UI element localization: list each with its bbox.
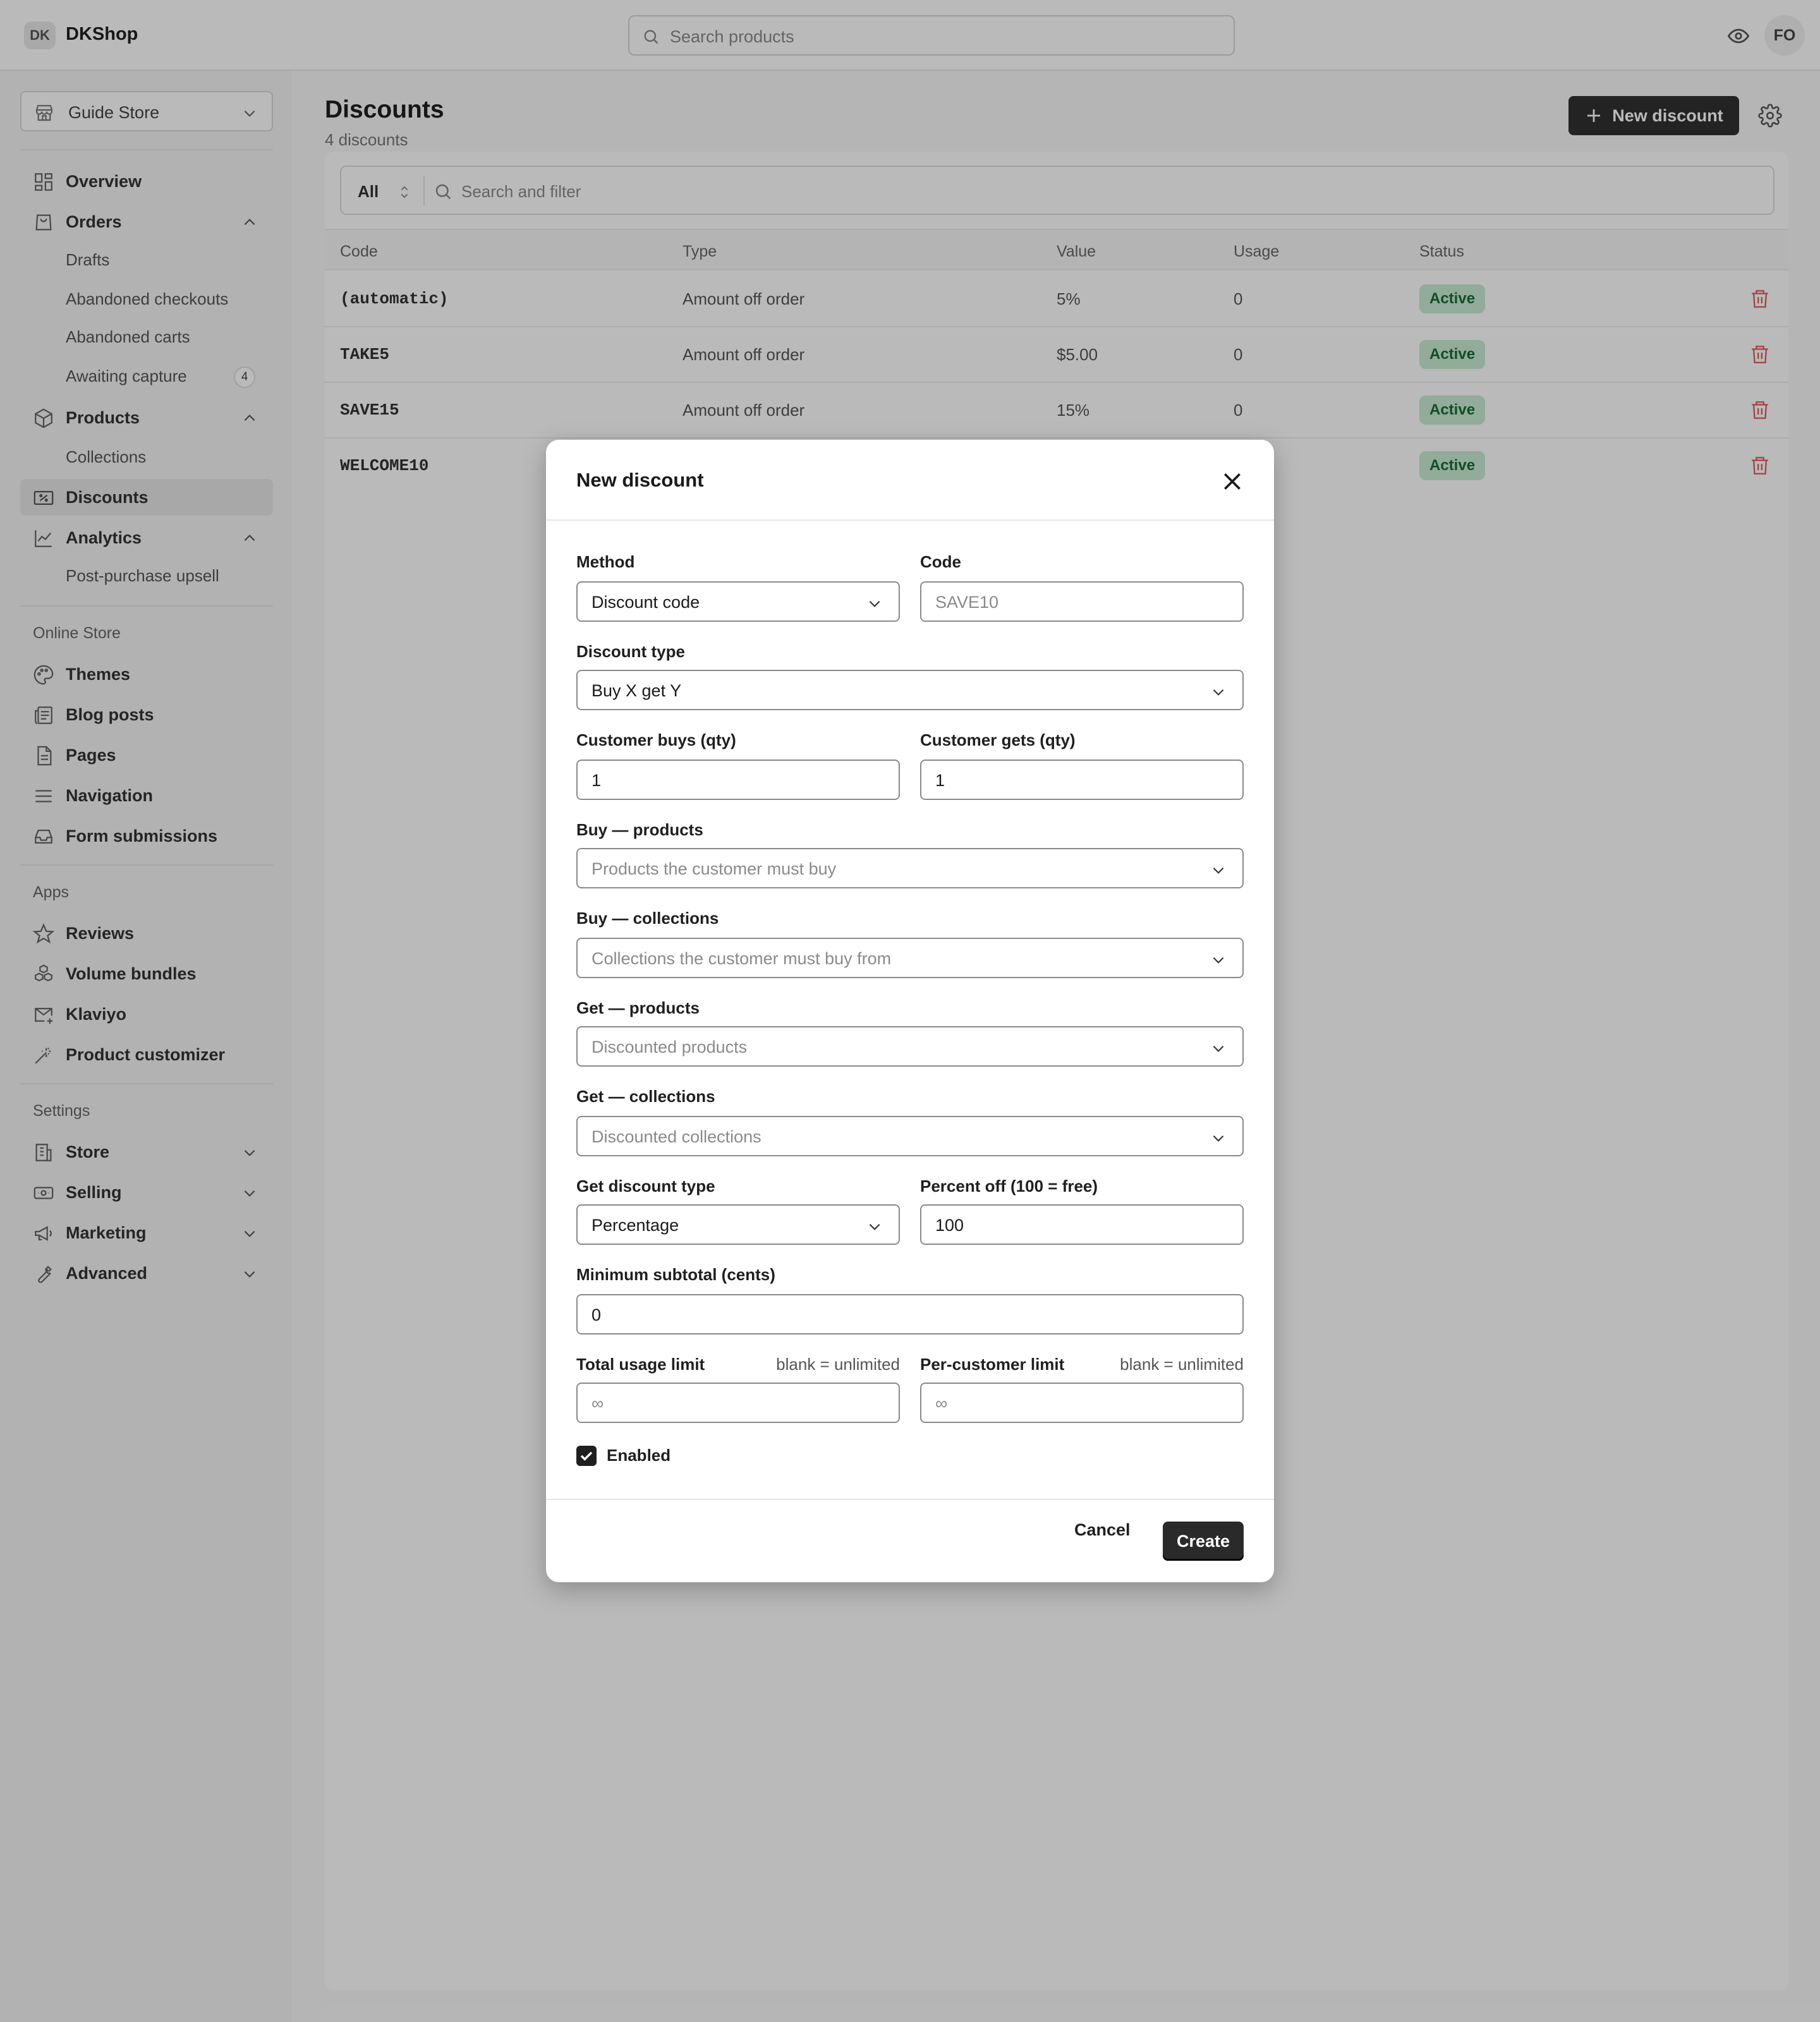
min-subtotal-value: 0 [592,1305,602,1324]
customer-gets-input[interactable]: 1 [920,760,1244,800]
percent-off-label: Percent off (100 = free) [920,1177,1098,1196]
code-placeholder: SAVE10 [935,593,999,612]
get-discount-type-value: Percentage [592,1216,679,1235]
per-customer-limit-label: Per-customer limit [920,1355,1065,1374]
chevron-down-icon [1213,689,1224,696]
percent-off-value: 100 [935,1216,964,1235]
code-label: Code [920,552,961,571]
get-discount-type-label: Get discount type [576,1177,715,1196]
min-subtotal-label: Minimum subtotal (cents) [576,1265,775,1284]
get-products-placeholder: Discounted products [592,1038,748,1056]
modal-title: New discount [576,469,704,491]
customer-gets-label: Customer gets (qty) [920,730,1076,749]
buy-products-label: Buy — products [576,820,703,839]
get-products-select[interactable]: Discounted products [576,1026,1244,1067]
total-usage-limit-label: Total usage limit [576,1355,705,1374]
method-select[interactable]: Discount code [576,581,900,622]
chevron-down-icon [1213,1135,1224,1142]
per-customer-limit-placeholder: ∞ [935,1394,948,1413]
close-icon[interactable] [1220,469,1245,494]
discount-type-label: Discount type [576,642,685,661]
customer-buys-input[interactable]: 1 [576,760,900,800]
method-value: Discount code [592,593,700,612]
total-usage-limit-placeholder: ∞ [592,1394,604,1413]
percent-off-input[interactable]: 100 [920,1204,1244,1245]
buy-collections-placeholder: Collections the customer must buy from [592,949,892,968]
buy-products-select[interactable]: Products the customer must buy [576,848,1244,888]
chevron-down-icon [869,600,880,607]
chevron-down-icon [869,1223,880,1230]
total-usage-limit-input[interactable]: ∞ [576,1383,900,1423]
chevron-down-icon [1213,957,1224,964]
discount-type-select[interactable]: Buy X get Y [576,670,1244,710]
modal-divider [546,1499,1274,1500]
chevron-down-icon [1213,867,1224,874]
get-discount-type-select[interactable]: Percentage [576,1204,900,1245]
method-label: Method [576,552,635,571]
create-button[interactable]: Create [1163,1522,1244,1561]
get-collections-select[interactable]: Discounted collections [576,1116,1244,1156]
customer-buys-value: 1 [592,771,602,790]
buy-collections-select[interactable]: Collections the customer must buy from [576,938,1244,978]
total-usage-limit-hint: blank = unlimited [776,1355,900,1374]
new-discount-modal: New discount Method Discount code Code S… [546,440,1274,1582]
cancel-button[interactable]: Cancel [1074,1520,1131,1540]
get-collections-label: Get — collections [576,1087,715,1106]
enabled-label[interactable]: Enabled [607,1446,670,1465]
discount-type-value: Buy X get Y [592,681,682,700]
customer-gets-value: 1 [935,771,945,790]
enabled-checkbox[interactable] [576,1446,597,1466]
per-customer-limit-input[interactable]: ∞ [920,1383,1244,1423]
buy-products-placeholder: Products the customer must buy [592,859,837,878]
get-collections-placeholder: Discounted collections [592,1127,761,1146]
get-products-label: Get — products [576,998,700,1017]
customer-buys-label: Customer buys (qty) [576,730,736,749]
buy-collections-label: Buy — collections [576,909,719,928]
modal-divider [546,519,1274,521]
chevron-down-icon [1213,1045,1224,1052]
check-icon [580,1451,593,1461]
min-subtotal-input[interactable]: 0 [576,1294,1244,1335]
app-root: DK DKShop Search products FO Guide Store… [0,0,1820,2022]
code-input[interactable]: SAVE10 [920,581,1244,622]
per-customer-limit-hint: blank = unlimited [1120,1355,1244,1374]
